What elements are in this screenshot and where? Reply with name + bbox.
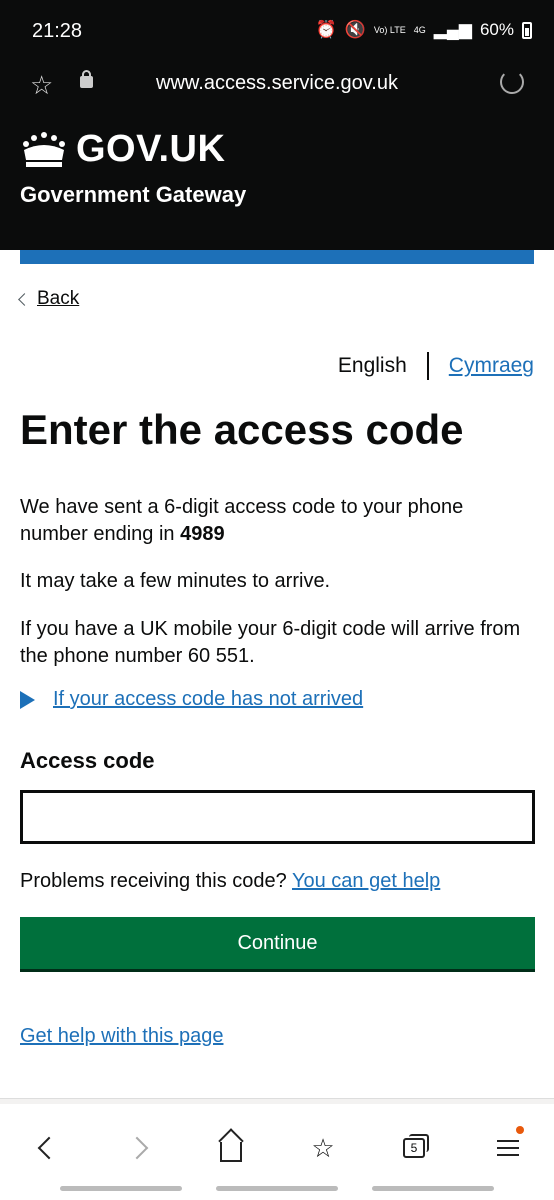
volte-label: Vo) LTE: [373, 24, 406, 35]
chevron-left-icon: [18, 293, 31, 306]
address-bar[interactable]: www.access.service.gov.uk: [0, 72, 554, 95]
status-time: 21:28: [32, 20, 83, 42]
tabs-icon: 5: [403, 1134, 429, 1158]
back-label: Back: [37, 288, 80, 309]
details-summary: If your access code has not arrived: [53, 688, 364, 710]
chevron-left-icon: [37, 1136, 61, 1160]
nav-bookmarks-button[interactable]: ☆: [301, 1126, 345, 1170]
bookmarks-star-icon: ☆: [311, 1132, 335, 1163]
menu-icon: [497, 1140, 519, 1156]
signal-icon: ▂▄▆: [433, 20, 472, 39]
gesture-bar-left: [60, 1186, 182, 1191]
problems-prefix: Problems receiving this code?: [20, 870, 287, 892]
nav-forward-button[interactable]: [118, 1126, 162, 1170]
battery-icon: [522, 21, 532, 39]
chevron-right-icon: [125, 1136, 149, 1160]
access-code-label: Access code: [20, 748, 155, 773]
logo-text: GOV.UK: [76, 128, 226, 170]
triangle-right-icon: [20, 690, 35, 709]
service-name[interactable]: Government Gateway: [20, 182, 246, 208]
reload-icon[interactable]: [500, 70, 524, 94]
battery-percent: 60%: [479, 20, 514, 39]
home-icon: [220, 1142, 242, 1162]
nav-menu-button[interactable]: [486, 1126, 530, 1170]
lang-english: English: [337, 354, 407, 377]
help-with-page-link[interactable]: Get help with this page: [20, 1025, 223, 1048]
gesture-bar-right: [372, 1186, 494, 1191]
get-help-link[interactable]: You can get help: [292, 870, 440, 892]
arrival-text: It may take a few minutes to arrive.: [20, 570, 331, 592]
notification-dot: [516, 1126, 524, 1134]
mute-icon: 🔇: [344, 20, 366, 39]
access-code-input[interactable]: [20, 790, 535, 844]
phone-digits: 4989: [180, 523, 225, 545]
back-link[interactable]: Back: [18, 288, 80, 310]
sent-code-text: We have sent a 6-digit access code to yo…: [20, 494, 534, 548]
nav-tabs-button[interactable]: 5: [392, 1126, 436, 1170]
crown-icon: [23, 131, 65, 167]
lang-separator: [426, 352, 429, 380]
code-not-arrived-details[interactable]: If your access code has not arrived: [20, 688, 363, 711]
sent-code-prefix: We have sent a 6-digit access code to yo…: [20, 496, 464, 545]
govuk-logo[interactable]: GOV.UK: [20, 128, 225, 171]
network-label: 4G: [413, 24, 426, 35]
header-accent-bar: [20, 250, 534, 264]
uk-mobile-text: If you have a UK mobile your 6-digit cod…: [20, 618, 521, 667]
nav-back-button[interactable]: [24, 1126, 68, 1170]
continue-button[interactable]: Continue: [20, 917, 535, 969]
problems-text: Problems receiving this code? You can ge…: [20, 870, 440, 893]
page-title: Enter the access code: [20, 406, 464, 453]
language-toggle: English Cymraeg: [338, 352, 534, 380]
alarm-icon: ⏰: [315, 20, 337, 39]
status-icons: ⏰ 🔇 Vo) LTE 4G ▂▄▆ 60%: [316, 20, 532, 40]
nav-home-button[interactable]: [209, 1126, 253, 1170]
gesture-bar-center: [216, 1186, 338, 1191]
lang-welsh-link[interactable]: Cymraeg: [449, 354, 534, 378]
